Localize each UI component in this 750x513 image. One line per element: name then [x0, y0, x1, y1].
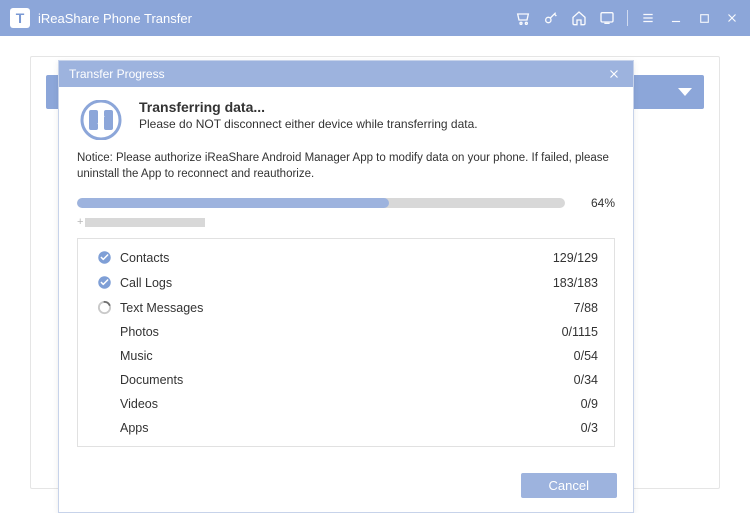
transfer-item-row: Videos0/9 — [78, 392, 614, 416]
transfer-item-count: 183/183 — [553, 276, 598, 290]
transfer-subheading: Please do NOT disconnect either device w… — [139, 117, 478, 131]
transfer-item-label: Apps — [114, 421, 581, 435]
transfer-item-row: Apps0/3 — [78, 416, 614, 440]
check-icon — [94, 250, 114, 265]
transfer-item-label: Videos — [114, 397, 581, 411]
transfer-item-row: Documents0/34 — [78, 368, 614, 392]
transfer-item-label: Documents — [114, 373, 574, 387]
check-icon — [94, 275, 114, 290]
menu-icon[interactable] — [640, 10, 656, 26]
feedback-icon[interactable] — [599, 10, 615, 26]
window-close-icon[interactable] — [724, 10, 740, 26]
transfer-item-count: 129/129 — [553, 251, 598, 265]
transfer-item-label: Music — [114, 349, 574, 363]
titlebar-divider — [627, 10, 628, 26]
progress-row: 64% — [77, 196, 615, 210]
home-icon[interactable] — [571, 10, 587, 26]
transfer-item-label: Call Logs — [114, 276, 553, 290]
transfer-header: Transferring data... Please do NOT disco… — [77, 99, 615, 141]
cart-icon[interactable] — [515, 10, 531, 26]
app-logo-letter: T — [16, 10, 25, 26]
titlebar: T iReaShare Phone Transfer — [0, 0, 750, 36]
current-item-bar — [85, 218, 205, 227]
transfer-item-count: 7/88 — [574, 301, 598, 315]
spinner-icon — [94, 300, 114, 315]
progress-percent: 64% — [575, 196, 615, 210]
modal-header: Transfer Progress — [59, 61, 633, 87]
transfer-item-label: Contacts — [114, 251, 553, 265]
transfer-item-row: Call Logs183/183 — [78, 270, 614, 295]
transfer-notice: Notice: Please authorize iReaShare Andro… — [77, 151, 615, 182]
transfer-icon — [77, 99, 125, 141]
minimize-icon[interactable] — [668, 10, 684, 26]
transfer-progress-modal: Transfer Progress Transferring data... — [58, 60, 634, 513]
transfer-item-count: 0/3 — [581, 421, 598, 435]
transfer-item-count: 0/1115 — [562, 325, 598, 339]
modal-body: Transferring data... Please do NOT disco… — [59, 87, 633, 463]
progress-bar — [77, 198, 565, 208]
progress-bar-fill — [77, 198, 389, 208]
app-title: iReaShare Phone Transfer — [38, 11, 192, 26]
transfer-item-count: 0/9 — [581, 397, 598, 411]
transfer-items-list: Contacts129/129Call Logs183/183Text Mess… — [77, 238, 615, 447]
modal-title: Transfer Progress — [69, 67, 165, 81]
current-item-prefix: + — [77, 216, 83, 228]
key-icon[interactable] — [543, 10, 559, 26]
close-icon[interactable] — [605, 65, 623, 83]
cancel-button[interactable]: Cancel — [521, 473, 617, 498]
transfer-item-label: Text Messages — [114, 301, 574, 315]
modal-footer: Cancel — [59, 463, 633, 512]
transfer-item-count: 0/34 — [574, 373, 598, 387]
chevron-down-icon — [678, 88, 692, 96]
app-logo: T — [10, 8, 30, 28]
titlebar-actions — [515, 10, 740, 26]
transfer-item-row: Text Messages7/88 — [78, 295, 614, 320]
transfer-heading: Transferring data... — [139, 99, 478, 115]
transfer-item-count: 0/54 — [574, 349, 598, 363]
transfer-item-row: Photos0/1115 — [78, 320, 614, 344]
transfer-item-row: Contacts129/129 — [78, 245, 614, 270]
maximize-icon[interactable] — [696, 10, 712, 26]
main-area: Source: Transfer Progress — [0, 36, 750, 509]
transfer-item-label: Photos — [114, 325, 562, 339]
current-item-indicator: + — [77, 216, 615, 228]
transfer-item-row: Music0/54 — [78, 344, 614, 368]
